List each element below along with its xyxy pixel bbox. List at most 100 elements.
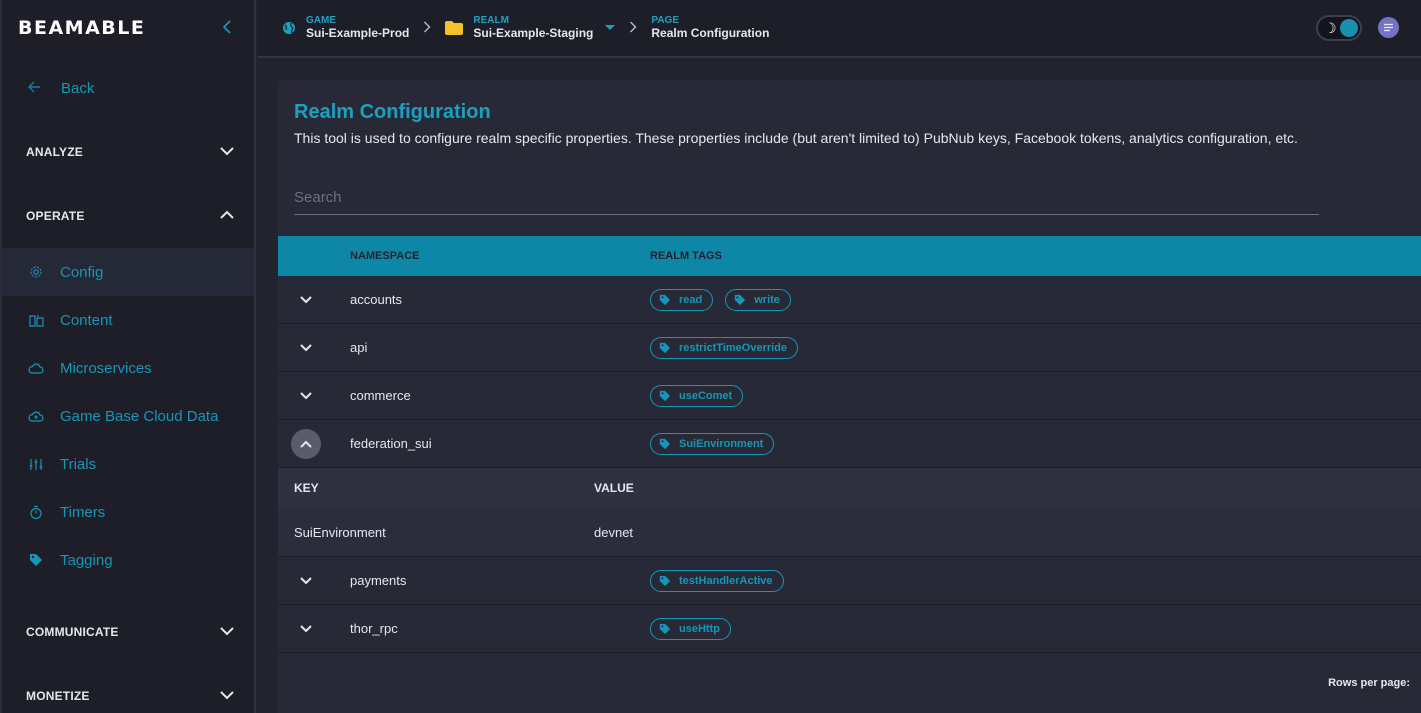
breadcrumb-game-value: Sui-Example-Prod <box>306 26 410 40</box>
search-field[interactable] <box>294 184 1319 215</box>
tag-icon <box>659 390 671 402</box>
column-header-namespace[interactable]: NAMESPACE <box>350 250 419 262</box>
chevron-down-icon <box>220 689 234 703</box>
sidebar-item-trials[interactable]: Trials <box>2 440 254 488</box>
realm-tags: SuiEnvironment <box>650 432 775 455</box>
section-analyze-label: ANALYZE <box>26 145 83 159</box>
breadcrumb-game[interactable]: GAME Sui-Example-Prod <box>282 15 409 41</box>
content-icon <box>28 314 44 327</box>
sliders-icon <box>28 458 44 471</box>
search-input[interactable] <box>294 184 1319 206</box>
realm-tags: read write <box>650 288 791 311</box>
tag-icon <box>659 438 671 450</box>
sidebar-item-content[interactable]: Content <box>2 296 254 344</box>
chevron-up-icon <box>220 209 234 223</box>
table-row[interactable]: payments testHandlerActive <box>278 557 1421 605</box>
back-link[interactable]: Back <box>2 56 254 120</box>
namespace-name: api <box>350 340 368 355</box>
breadcrumb-page-value: Realm Configuration <box>651 26 770 40</box>
cloud-upload-icon <box>28 410 44 422</box>
sidebar-item-label: Timers <box>60 503 106 521</box>
moon-icon: ☽ <box>1324 20 1337 36</box>
breadcrumb-realm-label: REALM <box>473 15 509 26</box>
user-menu-icon[interactable] <box>1378 17 1399 38</box>
table-row[interactable]: api restrictTimeOverride <box>278 324 1421 372</box>
realm-tag-chip[interactable]: testHandlerActive <box>650 569 784 592</box>
tag-icon <box>28 553 44 567</box>
sidebar-item-label: Trials <box>60 455 97 473</box>
theme-toggle[interactable]: ☽ <box>1316 15 1362 41</box>
realm-tag-label: testHandlerActive <box>679 574 773 587</box>
realm-tag-chip[interactable]: read <box>650 288 714 311</box>
detail-row[interactable]: SuiEnvironment devnet <box>278 508 1421 557</box>
breadcrumb-page-label: PAGE <box>651 15 679 26</box>
breadcrumb-game-label: GAME <box>306 15 336 26</box>
gear-icon <box>28 265 44 279</box>
caret-down-icon[interactable] <box>605 25 616 31</box>
table-row[interactable]: federation_sui SuiEnvironment <box>278 420 1421 468</box>
arrow-left-icon <box>28 80 41 96</box>
sidebar-item-label: Microservices <box>60 359 152 377</box>
realm-config-card: Realm Configuration This tool is used to… <box>278 80 1421 713</box>
expand-row-icon[interactable] <box>291 333 321 363</box>
table-header: NAMESPACE REALM TAGS <box>278 236 1421 276</box>
collapse-row-icon[interactable] <box>291 428 321 459</box>
breadcrumb-realm-value: Sui-Example-Staging <box>473 26 594 40</box>
tag-icon <box>659 294 671 306</box>
expand-row-icon[interactable] <box>291 381 321 411</box>
namespace-name: payments <box>350 573 407 588</box>
stopwatch-icon <box>28 505 44 520</box>
table-row[interactable]: accounts read write <box>278 276 1421 324</box>
sidebar-item-config[interactable]: Config <box>2 248 254 296</box>
namespace-name: federation_sui <box>350 436 432 451</box>
chevron-down-icon <box>220 145 234 159</box>
section-analyze[interactable]: ANALYZE <box>2 120 254 184</box>
realm-tag-chip[interactable]: useComet <box>650 384 744 407</box>
top-bar: GAME Sui-Example-Prod REALM Sui-Example-… <box>258 0 1421 58</box>
sidebar-item-microservices[interactable]: Microservices <box>2 344 254 392</box>
collapse-sidebar-icon[interactable] <box>222 18 232 39</box>
sidebar-item-timers[interactable]: Timers <box>2 488 254 536</box>
column-header-realm-tags: REALM TAGS <box>650 250 722 262</box>
realm-tags: restrictTimeOverride <box>650 336 799 359</box>
sidebar-item-tagging[interactable]: Tagging <box>2 536 254 584</box>
detail-value: devnet <box>594 525 634 540</box>
realm-tag-chip[interactable]: write <box>725 288 791 311</box>
expand-row-icon[interactable] <box>291 614 321 644</box>
realm-tag-label: SuiEnvironment <box>679 437 764 450</box>
namespace-name: accounts <box>350 292 403 307</box>
table-row[interactable]: commerce useComet <box>278 372 1421 420</box>
tag-icon <box>659 575 671 587</box>
folder-icon <box>445 21 464 35</box>
expand-row-icon[interactable] <box>291 285 321 315</box>
section-operate[interactable]: OPERATE <box>2 184 254 248</box>
globe-icon <box>282 21 296 35</box>
section-monetize[interactable]: MONETIZE <box>2 664 254 713</box>
section-monetize-label: MONETIZE <box>26 689 90 703</box>
realm-tag-label: useHttp <box>679 622 720 635</box>
realm-tag-chip[interactable]: SuiEnvironment <box>650 432 775 455</box>
section-communicate[interactable]: COMMUNICATE <box>2 600 254 664</box>
table-row[interactable]: thor_rpc useHttp <box>278 605 1421 653</box>
sidebar-item-game-base-cloud-data[interactable]: Game Base Cloud Data <box>2 392 254 440</box>
breadcrumb-page: PAGE Realm Configuration <box>651 15 769 41</box>
expand-row-icon[interactable] <box>291 566 321 596</box>
tag-icon <box>734 294 746 306</box>
realm-tags: testHandlerActive <box>650 569 784 592</box>
detail-value-header: VALUE <box>594 481 634 495</box>
beamable-logo[interactable]: BEAMABLE <box>18 17 145 39</box>
namespace-name: thor_rpc <box>350 621 398 636</box>
back-label: Back <box>61 79 95 97</box>
namespace-name: commerce <box>350 388 411 403</box>
realm-tag-chip[interactable]: restrictTimeOverride <box>650 336 799 359</box>
realm-tag-chip[interactable]: useHttp <box>650 617 731 640</box>
page-title: Realm Configuration <box>294 101 491 123</box>
realm-tags: useHttp <box>650 617 731 640</box>
realm-tag-label: useComet <box>679 389 733 402</box>
sidebar-item-label: Game Base Cloud Data <box>60 407 219 425</box>
toggle-knob <box>1340 19 1358 37</box>
tag-icon <box>659 342 671 354</box>
breadcrumb-realm[interactable]: REALM Sui-Example-Staging <box>445 15 616 41</box>
realm-tag-label: restrictTimeOverride <box>679 341 788 354</box>
page-description: This tool is used to configure realm spe… <box>294 130 1298 146</box>
